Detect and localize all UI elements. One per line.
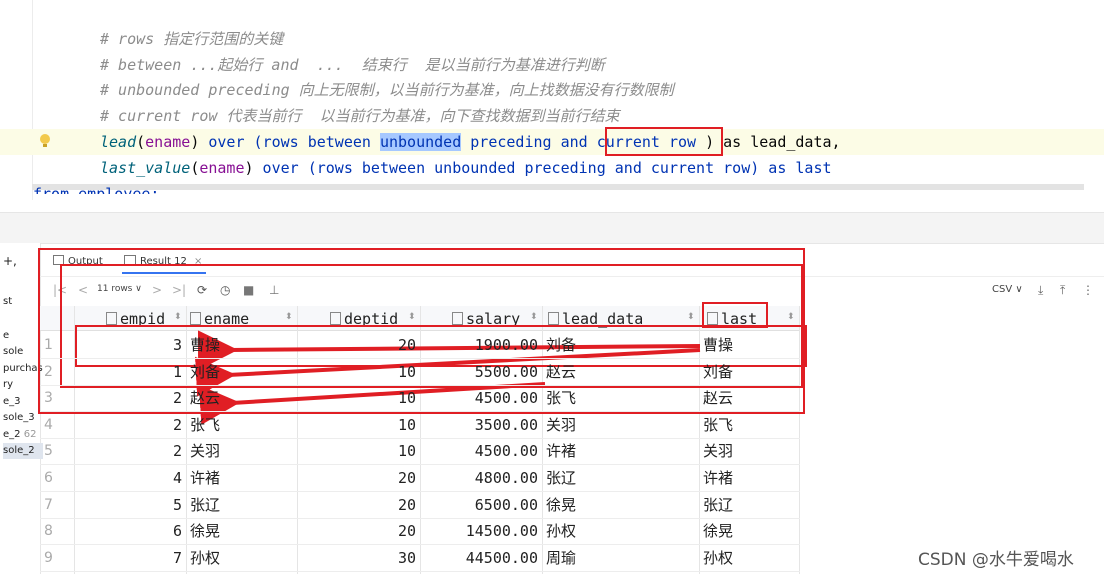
cell-ename[interactable]: 赵云 [190, 385, 290, 411]
cell-salary[interactable]: 4500.00 [422, 385, 538, 411]
cell-salary[interactable]: 1900.00 [422, 332, 538, 358]
cell-deptid[interactable]: 10 [300, 438, 416, 464]
cell-salary[interactable]: 4800.00 [422, 465, 538, 491]
row-number[interactable]: 7 [44, 492, 70, 518]
row-number[interactable]: 3 [44, 385, 70, 411]
cell-last[interactable]: 关羽 [703, 438, 793, 464]
cell-lead-data[interactable]: 张辽 [546, 465, 686, 491]
cell-last[interactable]: 张辽 [703, 492, 793, 518]
cell-deptid[interactable]: 10 [300, 385, 416, 411]
cell-lead-data[interactable]: 张飞 [546, 385, 686, 411]
cell-lead-data[interactable]: 孙权 [546, 518, 686, 544]
cell-empid[interactable]: 2 [76, 438, 182, 464]
cell-deptid[interactable]: 10 [300, 359, 416, 385]
row-number[interactable]: 1 [44, 332, 70, 358]
cell-last[interactable]: 赵云 [703, 385, 793, 411]
cell-lead-data[interactable]: 周瑜 [546, 545, 686, 571]
row-number[interactable]: 6 [44, 465, 70, 491]
row-number[interactable]: 2 [44, 359, 70, 385]
cell-lead-data[interactable]: 赵云 [546, 359, 686, 385]
cell-salary[interactable]: 5500.00 [422, 359, 538, 385]
cell-lead-data[interactable]: 许褚 [546, 438, 686, 464]
cell-deptid[interactable]: 20 [300, 518, 416, 544]
watermark: CSDN @水牛爱喝水 [918, 550, 1074, 570]
cell-ename[interactable]: 曹操 [190, 332, 290, 358]
row-number[interactable]: 8 [44, 518, 70, 544]
cell-empid[interactable]: 1 [76, 359, 182, 385]
cell-last[interactable]: 孙权 [703, 545, 793, 571]
cell-empid[interactable]: 6 [76, 518, 182, 544]
cell-lead-data[interactable]: 徐晃 [546, 492, 686, 518]
cell-salary[interactable]: 3500.00 [422, 412, 538, 438]
cell-salary[interactable]: 6500.00 [422, 492, 538, 518]
cell-empid[interactable]: 3 [76, 332, 182, 358]
cell-empid[interactable]: 5 [76, 492, 182, 518]
cell-lead-data[interactable]: 刘备 [546, 332, 686, 358]
cell-last[interactable]: 张飞 [703, 412, 793, 438]
cell-ename[interactable]: 许褚 [190, 465, 290, 491]
cell-empid[interactable]: 2 [76, 412, 182, 438]
cell-last[interactable]: 徐晃 [703, 518, 793, 544]
cell-ename[interactable]: 张辽 [190, 492, 290, 518]
cell-ename[interactable]: 徐晃 [190, 518, 290, 544]
cell-last[interactable]: 刘备 [703, 359, 793, 385]
row-number[interactable]: 4 [44, 412, 70, 438]
cell-lead-data[interactable]: 关羽 [546, 412, 686, 438]
cell-empid[interactable]: 7 [76, 545, 182, 571]
cell-empid[interactable]: 2 [76, 385, 182, 411]
cell-deptid[interactable]: 30 [300, 545, 416, 571]
cell-last[interactable]: 曹操 [703, 332, 793, 358]
row-number[interactable]: 9 [44, 545, 70, 571]
cell-deptid[interactable]: 20 [300, 492, 416, 518]
cell-empid[interactable]: 4 [76, 465, 182, 491]
cell-last[interactable]: 许褚 [703, 465, 793, 491]
cell-salary[interactable]: 4500.00 [422, 438, 538, 464]
cell-ename[interactable]: 关羽 [190, 438, 290, 464]
cell-salary[interactable]: 14500.00 [422, 518, 538, 544]
cell-deptid[interactable]: 20 [300, 465, 416, 491]
cell-ename[interactable]: 刘备 [190, 359, 290, 385]
cell-salary[interactable]: 44500.00 [422, 545, 538, 571]
cell-deptid[interactable]: 20 [300, 332, 416, 358]
cell-ename[interactable]: 孙权 [190, 545, 290, 571]
row-number[interactable]: 5 [44, 438, 70, 464]
cell-deptid[interactable]: 10 [300, 412, 416, 438]
cell-ename[interactable]: 张飞 [190, 412, 290, 438]
